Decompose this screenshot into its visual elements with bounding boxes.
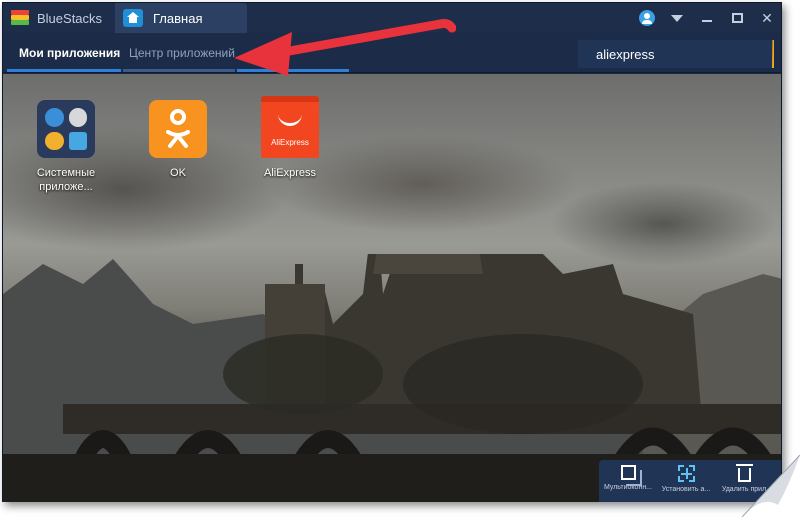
install-apk-button[interactable]: Установить а... bbox=[657, 460, 715, 502]
app-tile-aliexpress[interactable]: AliExpress AliExpress bbox=[245, 96, 335, 180]
search-input[interactable] bbox=[578, 40, 772, 68]
menu-button[interactable] bbox=[667, 8, 687, 28]
menu-dropdown-icon bbox=[671, 14, 683, 22]
home-icon bbox=[123, 9, 143, 27]
app-label: Системные приложе... bbox=[36, 167, 96, 193]
bluestacks-logo-icon bbox=[11, 10, 29, 26]
multi-window-button[interactable]: Мультиоконн... bbox=[599, 460, 657, 502]
toolbar-label: Установить а... bbox=[661, 486, 711, 493]
search-icon bbox=[786, 47, 797, 58]
minimize-button[interactable] bbox=[697, 8, 717, 28]
app-brand: BlueStacks bbox=[3, 3, 115, 33]
annotation-arrow-icon bbox=[234, 19, 456, 76]
maximize-icon bbox=[731, 13, 743, 23]
page-curl-effect bbox=[742, 455, 800, 517]
aliexpress-icon-text: AliExpress bbox=[271, 138, 309, 147]
tab-home-label: Главная bbox=[153, 10, 203, 26]
install-apk-icon bbox=[677, 465, 695, 482]
app-label: OK bbox=[170, 167, 186, 179]
app-name: BlueStacks bbox=[37, 10, 103, 26]
search-button[interactable] bbox=[772, 40, 774, 68]
account-button[interactable] bbox=[637, 8, 657, 28]
window-controls: ✕ bbox=[637, 3, 777, 33]
tab-indicator-active bbox=[7, 69, 121, 72]
search-box bbox=[578, 40, 774, 68]
ok-logo-icon bbox=[149, 100, 207, 158]
system-apps-icon bbox=[37, 100, 95, 158]
app-tile-system-apps[interactable]: Системные приложе... bbox=[21, 100, 111, 194]
tab-indicator bbox=[123, 69, 235, 72]
minimize-icon bbox=[702, 20, 712, 22]
app-label: AliExpress bbox=[264, 167, 316, 179]
maximize-button[interactable] bbox=[727, 8, 747, 28]
tab-app-center[interactable]: Центр приложений bbox=[129, 33, 235, 73]
aliexpress-logo-icon: AliExpress bbox=[261, 96, 319, 158]
close-button[interactable]: ✕ bbox=[757, 8, 777, 28]
desktop-wallpaper: Системные приложе... OK AliExpress AliEx… bbox=[3, 74, 781, 502]
tab-my-apps[interactable]: Мои приложения bbox=[19, 33, 120, 73]
user-icon bbox=[639, 10, 655, 26]
close-icon: ✕ bbox=[761, 9, 773, 26]
app-tile-ok[interactable]: OK bbox=[133, 100, 223, 180]
multi-window-icon bbox=[620, 465, 642, 486]
